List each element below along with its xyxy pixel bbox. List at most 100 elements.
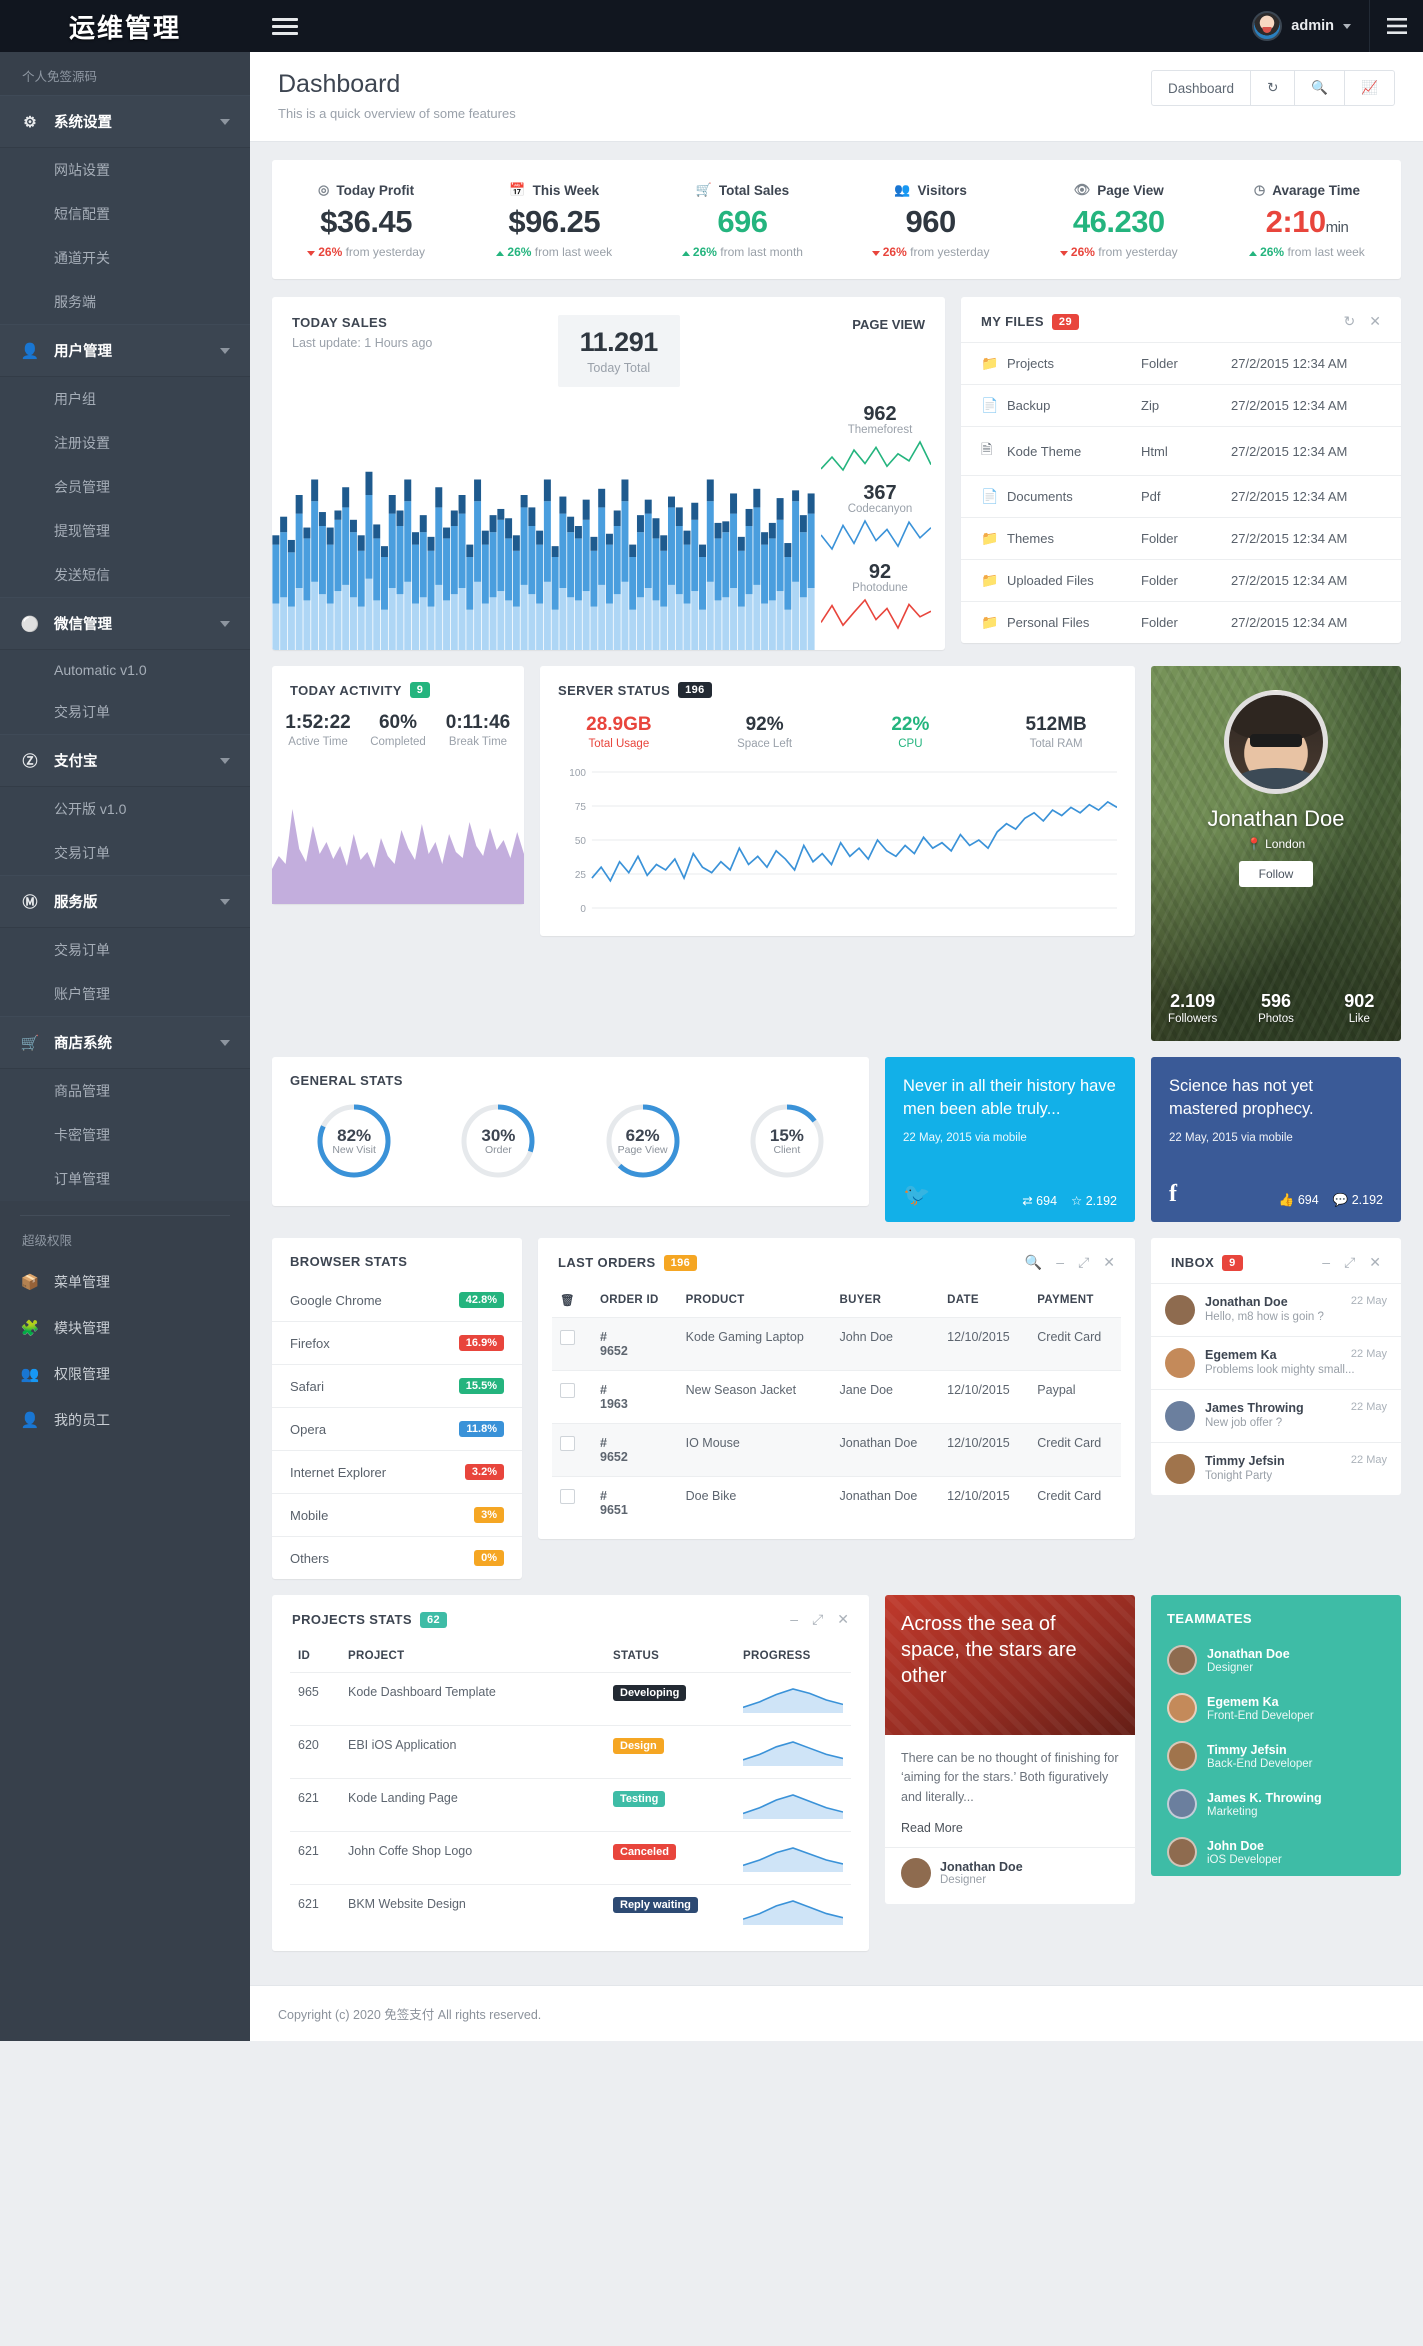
sidebar-subitem[interactable]: 交易订单 — [0, 690, 250, 734]
facebook-icon[interactable]: f — [1169, 1181, 1177, 1208]
sidebar-subitem[interactable]: 服务端 — [0, 280, 250, 324]
table-row[interactable]: 621 BKM Website Design Reply waiting — [290, 1884, 851, 1937]
list-item[interactable]: 📄 Backup Zip 27/2/2015 12:34 AM — [961, 384, 1401, 426]
list-item[interactable]: James K. Throwing Marketing — [1151, 1780, 1401, 1828]
list-item[interactable]: Timmy Jefsin 22 May Tonight Party — [1151, 1442, 1401, 1495]
sidebar-subitem[interactable]: 发送短信 — [0, 553, 250, 597]
sidebar-subitem[interactable]: 会员管理 — [0, 465, 250, 509]
sidebar-subitem[interactable]: 交易订单 — [0, 928, 250, 972]
close-icon[interactable]: ✕ — [1103, 1254, 1115, 1271]
favorite-count: ☆ 2.192 — [1071, 1194, 1117, 1208]
sidebar-subitem[interactable]: 账户管理 — [0, 972, 250, 1016]
list-item[interactable]: Egemem Ka 22 May Problems look mighty sm… — [1151, 1336, 1401, 1389]
expand-icon[interactable]: ⤢ — [812, 1611, 823, 1628]
metric: 60% Completed — [370, 712, 426, 748]
list-item[interactable]: 🗎 Kode Theme Html 27/2/2015 12:34 AM — [961, 426, 1401, 475]
expand-icon[interactable]: ⤢ — [1078, 1254, 1089, 1271]
list-item[interactable]: 📁 Projects Folder 27/2/2015 12:34 AM — [961, 342, 1401, 384]
list-item[interactable]: Firefox 16.9% — [272, 1321, 522, 1364]
row-checkbox[interactable] — [560, 1436, 575, 1451]
sidebar-subitem[interactable]: 卡密管理 — [0, 1113, 250, 1157]
trend-down-icon — [871, 251, 880, 256]
sidebar-subitem[interactable]: 通道开关 — [0, 236, 250, 280]
sidebar-item-shop-system[interactable]: 🛒 商店系统 — [0, 1016, 250, 1069]
sidebar-item-menu-management[interactable]: 📦 菜单管理 — [0, 1259, 250, 1305]
list-item[interactable]: Safari 15.5% — [272, 1364, 522, 1407]
dashboard-button[interactable]: Dashboard — [1152, 71, 1252, 105]
sidebar-subitem[interactable]: 订单管理 — [0, 1157, 250, 1201]
sidebar-subitem[interactable]: 网站设置 — [0, 148, 250, 192]
metric: 1:52:22 Active Time — [285, 712, 351, 748]
sidebar-subitem[interactable]: 商品管理 — [0, 1069, 250, 1113]
refresh-icon[interactable]: ↻ — [1251, 71, 1296, 105]
chart-icon[interactable]: 📈 — [1345, 71, 1394, 105]
sidebar-subitem[interactable]: 用户组 — [0, 377, 250, 421]
search-icon[interactable]: 🔍 — [1025, 1254, 1042, 1271]
chevron-down-icon — [220, 757, 230, 764]
list-item[interactable]: 📁 Personal Files Folder 27/2/2015 12:34 … — [961, 601, 1401, 643]
list-item[interactable]: 📁 Uploaded Files Folder 27/2/2015 12:34 … — [961, 559, 1401, 601]
table-row[interactable]: #9651 Doe Bike Jonathan Doe 12/10/2015 C… — [552, 1476, 1121, 1529]
message-preview: Tonight Party — [1205, 1470, 1273, 1482]
close-icon[interactable]: ✕ — [1369, 313, 1381, 330]
server-chart-wrap: 100 75 50 25 0 — [540, 754, 1135, 936]
expand-icon[interactable]: ⤢ — [1344, 1254, 1355, 1271]
sidebar-item-user-management[interactable]: 👤 用户管理 — [0, 324, 250, 377]
list-item[interactable]: Internet Explorer 3.2% — [272, 1450, 522, 1493]
list-item[interactable]: Jonathan Doe 22 May Hello, m8 how is goi… — [1151, 1283, 1401, 1336]
sidebar-subitem[interactable]: 提现管理 — [0, 509, 250, 553]
list-item[interactable]: Others 0% — [272, 1536, 522, 1579]
sidebar-item-system-settings[interactable]: ⚙ 系统设置 — [0, 95, 250, 148]
minimize-icon[interactable]: – — [1322, 1254, 1330, 1271]
sidebar-subitem[interactable]: Automatic v1.0 — [0, 650, 250, 690]
minimize-icon[interactable]: – — [1056, 1254, 1064, 1271]
table-row[interactable]: 621 Kode Landing Page Testing — [290, 1778, 851, 1832]
hamburger-icon[interactable] — [272, 14, 298, 39]
close-icon[interactable]: ✕ — [1369, 1254, 1381, 1271]
search-icon[interactable]: 🔍 — [1295, 71, 1346, 105]
sidebar-item-alipay[interactable]: Ⓩ 支付宝 — [0, 734, 250, 787]
user-menu[interactable]: admin — [1234, 11, 1369, 41]
row-checkbox[interactable] — [560, 1330, 575, 1345]
sidebar-item-permission-management[interactable]: 👥 权限管理 — [0, 1351, 250, 1397]
sidebar-item-my-staff[interactable]: 👤 我的员工 — [0, 1397, 250, 1443]
follow-button[interactable]: Follow — [1238, 861, 1314, 887]
panel-toggle-icon[interactable] — [1369, 0, 1423, 52]
trash-icon[interactable]: 🗑 — [560, 1295, 575, 1307]
refresh-icon[interactable]: ↻ — [1344, 313, 1356, 330]
projects-header: PROJECTS STATS 62 – ⤢ ✕ — [272, 1595, 869, 1640]
browser-name: Internet Explorer — [290, 1464, 387, 1480]
row-checkbox[interactable] — [560, 1383, 575, 1398]
table-row[interactable]: #9652 Kode Gaming Laptop John Doe 12/10/… — [552, 1317, 1121, 1371]
list-item[interactable]: Google Chrome 42.8% — [272, 1279, 522, 1321]
list-item[interactable]: 📄 Documents Pdf 27/2/2015 12:34 AM — [961, 475, 1401, 517]
list-item[interactable]: Timmy Jefsin Back-End Developer — [1151, 1732, 1401, 1780]
list-item[interactable]: John Doe iOS Developer — [1151, 1828, 1401, 1876]
list-item[interactable]: 📁 Themes Folder 27/2/2015 12:34 AM — [961, 517, 1401, 559]
list-item[interactable]: Mobile 3% — [272, 1493, 522, 1536]
list-item[interactable]: Egemem Ka Front-End Developer — [1151, 1684, 1401, 1732]
minimize-icon[interactable]: – — [790, 1611, 798, 1628]
table-row[interactable]: 621 John Coffe Shop Logo Canceled — [290, 1831, 851, 1885]
table-row[interactable]: 620 EBI iOS Application Design — [290, 1725, 851, 1779]
row-checkbox[interactable] — [560, 1489, 575, 1504]
sidebar-item-service-edition[interactable]: Ⓜ 服务版 — [0, 875, 250, 928]
sidebar-subitem[interactable]: 公开版 v1.0 — [0, 787, 250, 831]
sidebar-item-label: 菜单管理 — [54, 1274, 110, 1290]
table-row[interactable]: #9652 IO Mouse Jonathan Doe 12/10/2015 C… — [552, 1423, 1121, 1477]
list-item[interactable]: Opera 11.8% — [272, 1407, 522, 1450]
sidebar-subitem[interactable]: 交易订单 — [0, 831, 250, 875]
sidebar-subitem[interactable]: 短信配置 — [0, 192, 250, 236]
list-item[interactable]: Jonathan Doe Designer — [1151, 1636, 1401, 1684]
close-icon[interactable]: ✕ — [837, 1611, 849, 1628]
sidebar-subitem[interactable]: 注册设置 — [0, 421, 250, 465]
brand-logo[interactable]: 运维管理 — [0, 0, 250, 52]
read-more-link[interactable]: Read More — [885, 1821, 1135, 1847]
table-row[interactable]: 965 Kode Dashboard Template Developing — [290, 1672, 851, 1726]
sidebar-item-module-management[interactable]: 🧩 模块管理 — [0, 1305, 250, 1351]
twitter-icon[interactable]: 🐦 — [903, 1182, 930, 1208]
sidebar-item-wechat[interactable]: ⚪ 微信管理 — [0, 597, 250, 650]
list-item[interactable]: James Throwing 22 May New job offer ? — [1151, 1389, 1401, 1442]
table-row[interactable]: #1963 New Season Jacket Jane Doe 12/10/2… — [552, 1370, 1121, 1424]
stat-footnote: 26% from last month — [648, 245, 836, 259]
